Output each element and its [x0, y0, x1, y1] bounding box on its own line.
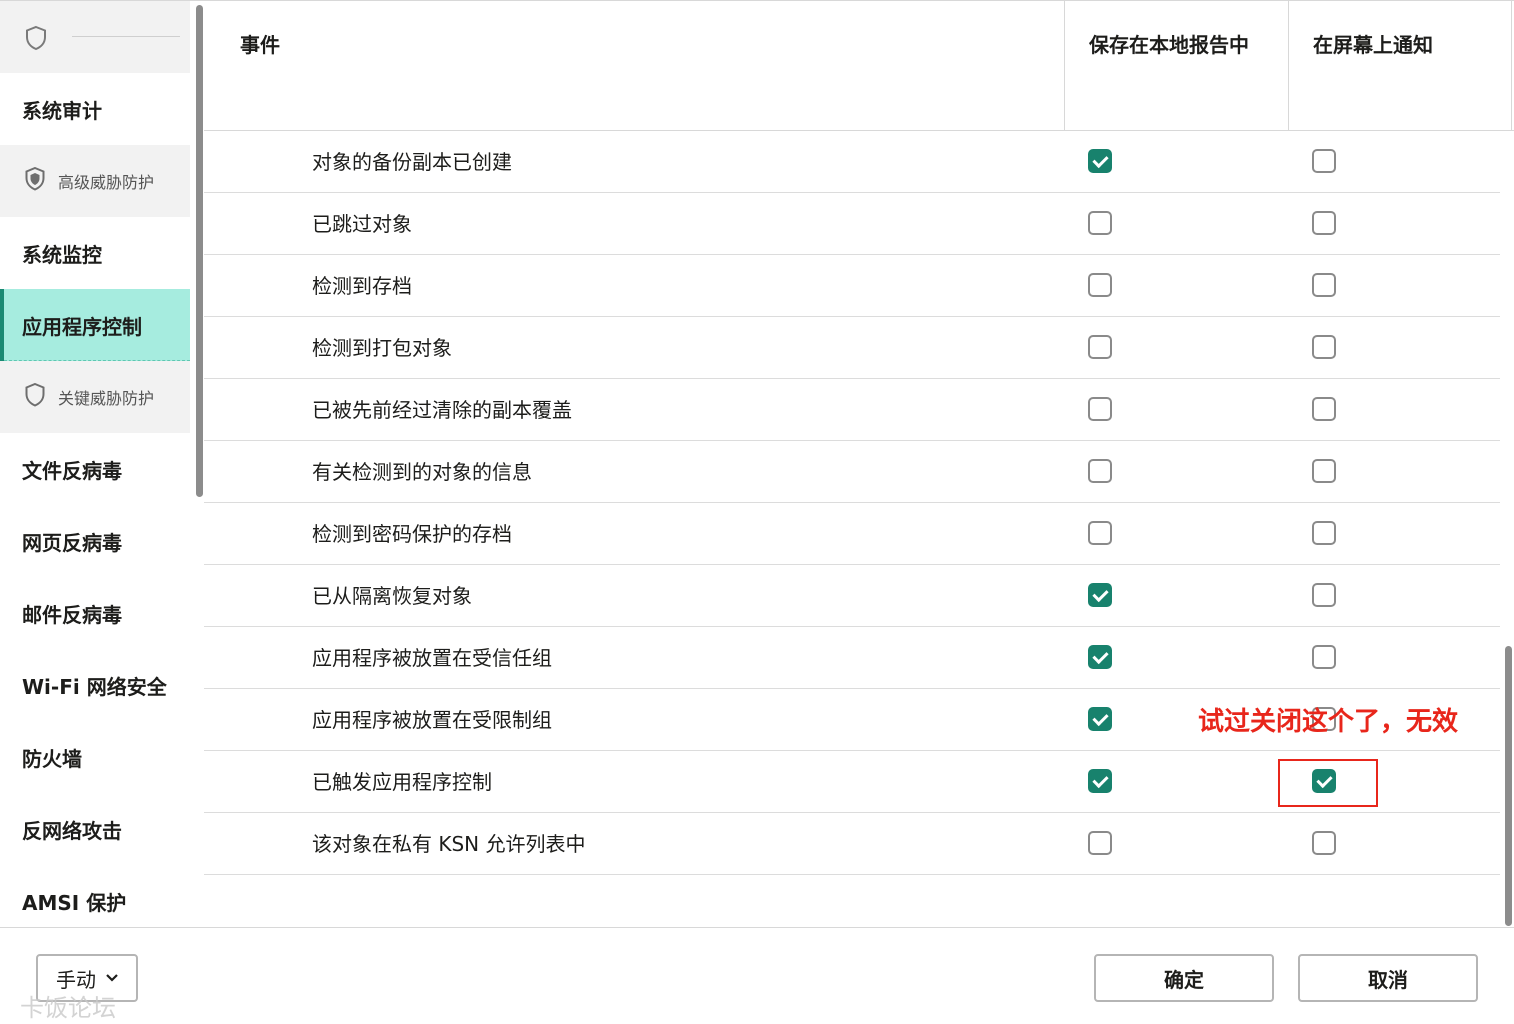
sidebar-scrollbar-thumb[interactable]: [196, 5, 203, 497]
table-row: 已被先前经过清除的副本覆盖: [204, 379, 1500, 441]
table-scrollbar-thumb[interactable]: [1505, 646, 1512, 926]
notify-screen-checkbox[interactable]: [1312, 459, 1336, 483]
sidebar-item-label: 网页反病毒: [22, 530, 122, 555]
sidebar-section-advanced-threat: 高级威胁防护: [0, 145, 190, 217]
event-label: 已触发应用程序控制: [312, 770, 492, 794]
sidebar-item-label: 防火墙: [22, 746, 82, 771]
settings-window: 系统审计 高级威胁防护 系统监控 应用程序控制 关键威胁防护 文件反病毒 网页反…: [0, 0, 1514, 1024]
event-label: 检测到密码保护的存档: [312, 522, 512, 546]
notify-screen-checkbox[interactable]: [1312, 583, 1336, 607]
sidebar-item-web-av[interactable]: 网页反病毒: [0, 505, 190, 577]
event-label: 对象的备份副本已创建: [312, 150, 512, 174]
sidebar-item-file-av[interactable]: 文件反病毒: [0, 433, 190, 505]
notify-screen-checkbox[interactable]: [1312, 211, 1336, 235]
save-local-checkbox[interactable]: [1088, 335, 1112, 359]
column-header-save-local: 保存在本地报告中: [1064, 1, 1288, 131]
table-row: 有关检测到的对象的信息: [204, 441, 1500, 503]
watermark: 卡饭论坛: [20, 994, 116, 1022]
ok-button[interactable]: 确定: [1094, 954, 1274, 1002]
sidebar-section-label: 高级威胁防护: [58, 173, 155, 192]
sidebar-item-anti-network-attack[interactable]: 反网络攻击: [0, 793, 190, 865]
notify-screen-checkbox[interactable]: [1312, 831, 1336, 855]
sidebar-item-app-control[interactable]: 应用程序控制: [0, 289, 190, 361]
event-label: 有关检测到的对象的信息: [312, 460, 532, 484]
shield-icon: [24, 25, 48, 55]
sidebar-item-label: Wi-Fi 网络安全: [22, 674, 167, 699]
notify-screen-checkbox[interactable]: [1312, 521, 1336, 545]
save-local-checkbox[interactable]: [1088, 149, 1112, 173]
sidebar-item-system-monitor[interactable]: 系统监控: [0, 217, 190, 289]
event-label: 应用程序被放置在受信任组: [312, 646, 552, 670]
sidebar-item-amsi[interactable]: AMSI 保护: [0, 865, 190, 927]
save-local-checkbox[interactable]: [1088, 831, 1112, 855]
divider: [72, 36, 180, 37]
table-header: 事件 保存在本地报告中 在屏幕上通知: [204, 1, 1514, 131]
table-row: 已从隔离恢复对象: [204, 565, 1500, 627]
shield-check-icon: [24, 166, 46, 195]
save-local-checkbox[interactable]: [1088, 397, 1112, 421]
sidebar-item-label: 系统监控: [22, 242, 102, 267]
footer: 手动 卡饭论坛 确定 取消: [0, 927, 1514, 1024]
sidebar-item-firewall[interactable]: 防火墙: [0, 721, 190, 793]
sidebar-item-system-audit[interactable]: 系统审计: [0, 73, 190, 145]
notify-screen-checkbox[interactable]: [1312, 335, 1336, 359]
sidebar-item-label: 系统审计: [22, 98, 102, 123]
notify-screen-checkbox[interactable]: [1312, 149, 1336, 173]
event-label: 已从隔离恢复对象: [312, 584, 472, 608]
sidebar: 系统审计 高级威胁防护 系统监控 应用程序控制 关键威胁防护 文件反病毒 网页反…: [0, 1, 190, 927]
table-row: 已跳过对象: [204, 193, 1500, 255]
sidebar-item-label: 应用程序控制: [22, 314, 142, 339]
save-local-checkbox[interactable]: [1088, 583, 1112, 607]
save-local-checkbox[interactable]: [1088, 769, 1112, 793]
cancel-button[interactable]: 取消: [1298, 954, 1478, 1002]
annotation-highlight-box: [1278, 759, 1378, 807]
notify-screen-checkbox[interactable]: [1312, 273, 1336, 297]
sidebar-item-label: AMSI 保护: [22, 890, 127, 915]
notify-screen-checkbox[interactable]: [1312, 397, 1336, 421]
event-label: 检测到存档: [312, 274, 412, 298]
table-row: 该对象在私有 KSN 允许列表中: [204, 813, 1500, 875]
table-row: 检测到打包对象: [204, 317, 1500, 379]
table-row: 应用程序被放置在受信任组: [204, 627, 1500, 689]
table-row: 检测到密码保护的存档: [204, 503, 1500, 565]
event-label: 检测到打包对象: [312, 336, 452, 360]
annotation-text: 试过关闭这个了，无效: [1198, 707, 1459, 737]
event-label: 已被先前经过清除的副本覆盖: [312, 398, 572, 422]
notify-screen-checkbox[interactable]: [1312, 645, 1336, 669]
save-local-checkbox[interactable]: [1088, 273, 1112, 297]
sidebar-item-mail-av[interactable]: 邮件反病毒: [0, 577, 190, 649]
table-row: 对象的备份副本已创建: [204, 131, 1500, 193]
table-row: 检测到存档: [204, 255, 1500, 317]
shield-icon: [24, 382, 46, 411]
sidebar-section-label: 关键威胁防护: [58, 389, 155, 408]
save-local-checkbox[interactable]: [1088, 521, 1112, 545]
sidebar-section-key-threat: 关键威胁防护: [0, 361, 190, 433]
save-local-checkbox[interactable]: [1088, 459, 1112, 483]
sidebar-item-label: 邮件反病毒: [22, 602, 122, 627]
save-local-checkbox[interactable]: [1088, 707, 1112, 731]
save-local-checkbox[interactable]: [1088, 645, 1112, 669]
sidebar-item-label: 反网络攻击: [22, 818, 122, 843]
column-header-event: 事件: [240, 33, 280, 57]
save-local-checkbox[interactable]: [1088, 211, 1112, 235]
event-label: 应用程序被放置在受限制组: [312, 708, 552, 732]
event-label: 该对象在私有 KSN 允许列表中: [312, 832, 586, 856]
sidebar-item-wifi[interactable]: Wi-Fi 网络安全: [0, 649, 190, 721]
event-label: 已跳过对象: [312, 212, 412, 236]
chevron-down-icon: [106, 971, 118, 985]
column-header-notify-screen: 在屏幕上通知: [1288, 1, 1512, 131]
sidebar-item-label: 文件反病毒: [22, 458, 122, 483]
sidebar-header: [0, 1, 190, 73]
